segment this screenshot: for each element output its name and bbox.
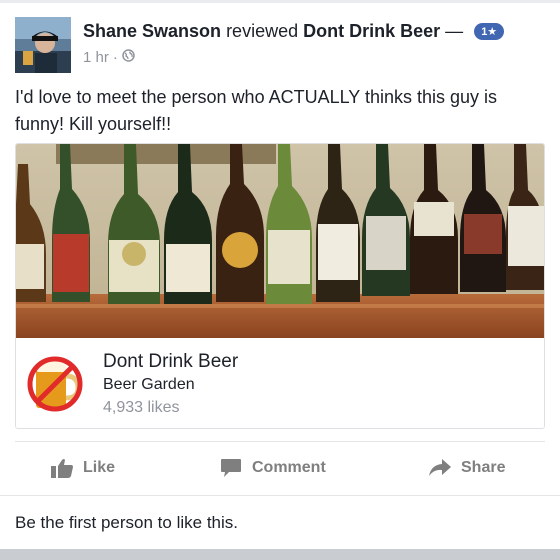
title-dash: — [445, 21, 464, 41]
like-label: Like [83, 459, 116, 476]
page-name[interactable]: Dont Drink Beer [103, 351, 238, 373]
rating-badge: 1★ [474, 23, 505, 40]
author-avatar[interactable] [15, 17, 71, 73]
comment-button[interactable]: Comment [220, 442, 326, 494]
thumbs-up-icon [51, 458, 73, 478]
page-category: Beer Garden [103, 376, 195, 393]
share-label: Share [461, 459, 506, 476]
no-beer-logo-icon [26, 354, 88, 414]
post-timestamp[interactable]: 1 hr [83, 49, 109, 66]
likes-divider [0, 495, 560, 496]
attachment-photo[interactable] [16, 144, 544, 338]
share-button[interactable]: Share [429, 442, 505, 494]
reviewed-page-link[interactable]: Dont Drink Beer [303, 21, 440, 41]
post-meta: 1 hr · [83, 49, 135, 66]
action-verb: reviewed [226, 21, 299, 41]
bottom-separator [0, 549, 560, 560]
comment-label: Comment [252, 459, 326, 476]
post-actions: Like Comment Share [15, 442, 545, 494]
globe-icon[interactable] [122, 49, 135, 66]
share-arrow-icon [429, 459, 451, 477]
like-button[interactable]: Like [51, 442, 115, 494]
page-attachment-card[interactable]: Dont Drink Beer Beer Garden 4,933 likes [15, 143, 545, 429]
page-like-count: 4,933 likes [103, 399, 180, 416]
post-title: Shane Swanson reviewed Dont Drink Beer —… [83, 21, 505, 42]
page-info[interactable]: Dont Drink Beer Beer Garden 4,933 likes [16, 338, 544, 428]
likes-summary: Be the first person to like this. [15, 513, 238, 532]
meta-separator: · [112, 49, 118, 66]
top-separator [0, 0, 560, 3]
author-name[interactable]: Shane Swanson [83, 21, 221, 41]
post-body-text: I'd love to meet the person who ACTUALLY… [15, 87, 498, 134]
post-header: Shane Swanson reviewed Dont Drink Beer —… [15, 17, 545, 77]
comment-bubble-icon [220, 458, 242, 478]
